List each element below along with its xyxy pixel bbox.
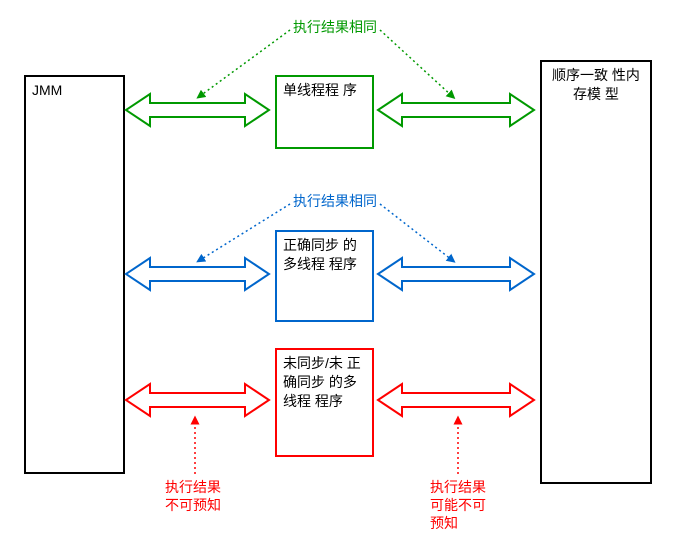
unsync-multithread-box: 未同步/未 正确同步 的多线程 程序 [275,348,374,457]
jmm-box: JMM [24,75,125,474]
arrow-row3-left [126,384,269,416]
arrow-row3-right [378,384,534,416]
single-thread-box: 单线程程 序 [275,75,374,149]
unsync-multithread-label: 未同步/未 正确同步 的多线程 程序 [277,350,372,415]
dotted-green-right [380,30,452,96]
seq-consistency-label: 顺序一致 性内存模 型 [542,62,650,108]
sync-multithread-label: 正确同步 的多线程 程序 [277,232,372,278]
annot-red-right: 执行结果 可能不可 预知 [430,478,486,533]
sync-multithread-box: 正确同步 的多线程 程序 [275,230,374,322]
annot-green-top: 执行结果相同 [293,18,377,36]
dotted-blue-right [380,204,452,260]
jmm-label: JMM [26,77,123,104]
arrow-row2-left [126,258,269,290]
arrow-row1-left [126,94,269,126]
arrow-row2-right [378,258,534,290]
diagram-canvas: JMM 顺序一致 性内存模 型 单线程程 序 正确同步 的多线程 程序 未同步/… [0,0,683,540]
seq-consistency-box: 顺序一致 性内存模 型 [540,60,652,484]
single-thread-label: 单线程程 序 [277,77,372,104]
annot-red-left: 执行结果 不可预知 [165,478,221,514]
annot-blue-mid: 执行结果相同 [293,192,377,210]
arrow-row1-right [378,94,534,126]
